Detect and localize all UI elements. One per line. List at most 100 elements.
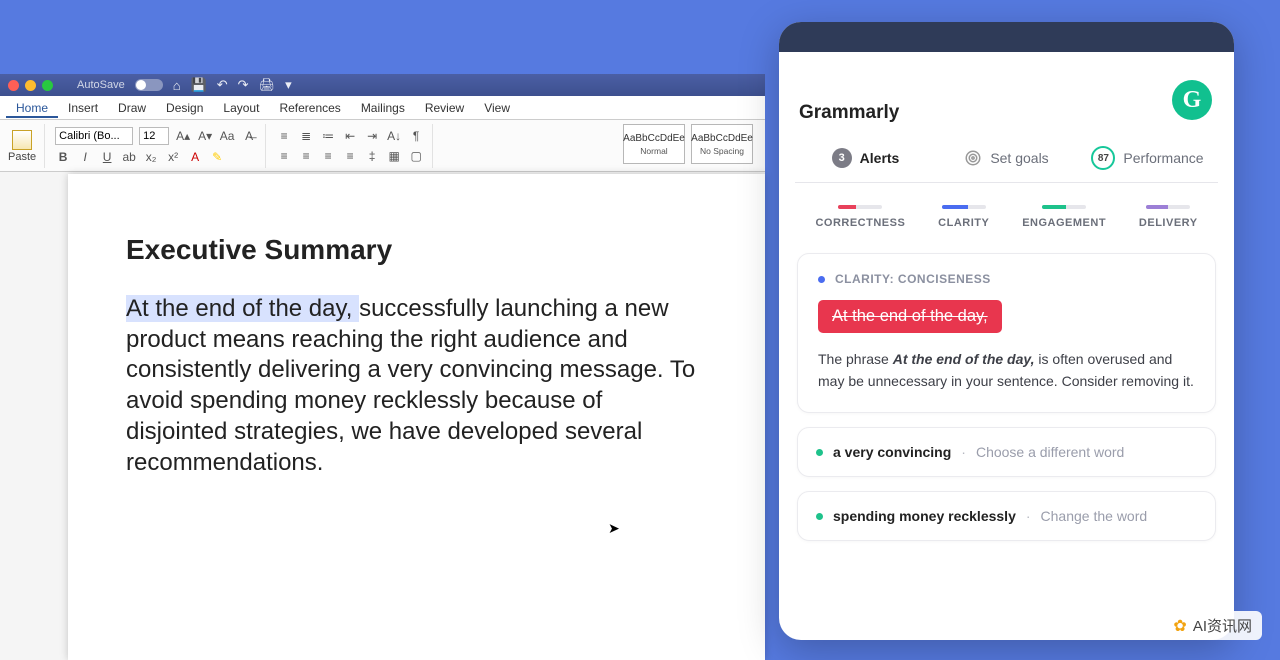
pilcrow-icon[interactable]: ¶ (408, 128, 424, 144)
highlighted-text: At the end of the day, (126, 295, 359, 322)
cat-delivery[interactable]: DELIVERY (1139, 205, 1198, 229)
justify-icon[interactable]: ≡ (342, 148, 358, 164)
more-icon[interactable]: ▾ (285, 77, 292, 93)
document-page[interactable]: Executive Summary At the end of the day,… (68, 174, 765, 660)
ribbon-font: A▴ A▾ Aa A̶ B I U ab x₂ x² A ✎ (55, 124, 266, 168)
tab-alerts[interactable]: 3 Alerts (795, 138, 936, 182)
menu-mailings[interactable]: Mailings (351, 98, 415, 118)
align-center-icon[interactable]: ≡ (298, 148, 314, 164)
issue-tag-text: CLARITY: CONCISENESS (835, 272, 991, 286)
cat-clarity[interactable]: CLARITY (938, 205, 989, 229)
tab-set-goals[interactable]: Set goals (936, 138, 1077, 182)
issue-card-expanded[interactable]: CLARITY: CONCISENESS At the end of the d… (797, 253, 1216, 413)
issue-tag: CLARITY: CONCISENESS (818, 272, 1195, 286)
close-icon[interactable] (8, 80, 19, 91)
issue-phrase: spending money recklessly (833, 508, 1016, 524)
style-name: No Spacing (700, 146, 744, 156)
font-size-select[interactable] (139, 127, 169, 145)
panel-header-strip (779, 22, 1234, 52)
issue-hint: Change the word (1041, 508, 1148, 524)
cat-engagement[interactable]: ENGAGEMENT (1022, 205, 1106, 229)
document-heading: Executive Summary (126, 234, 707, 266)
menu-view[interactable]: View (474, 98, 520, 118)
outdent-icon[interactable]: ⇤ (342, 128, 358, 144)
flower-icon: ✿ (1173, 616, 1186, 636)
tab-label: Alerts (860, 150, 900, 166)
minimize-icon[interactable] (25, 80, 36, 91)
cursor-icon: ➤ (608, 520, 620, 537)
watermark-badge: ✿ AI资讯网 (1163, 611, 1262, 640)
multilevel-icon[interactable]: ≔ (320, 128, 336, 144)
body-text: successfully launching a new product mea… (126, 295, 695, 476)
ribbon: Paste A▴ A▾ Aa A̶ B I U ab x₂ x² A ✎ (0, 120, 765, 172)
menu-draw[interactable]: Draw (108, 98, 156, 118)
borders-icon[interactable]: ▢ (408, 148, 424, 164)
font-name-select[interactable] (55, 127, 133, 145)
shading-icon[interactable]: ▦ (386, 148, 402, 164)
autosave-toggle[interactable] (135, 79, 163, 91)
document-body: At the end of the day, successfully laun… (126, 294, 707, 478)
autosave-label: AutoSave (77, 79, 125, 91)
panel-tabs: 3 Alerts Set goals 87 Performance (795, 138, 1218, 183)
style-normal[interactable]: AaBbCcDdEe Normal (623, 124, 685, 164)
grammarly-panel: G Grammarly 3 Alerts Set goals 87 Perfor… (779, 22, 1234, 640)
titlebar-tools: AutoSave ⌂ 💾 ↶ ↷ 🖨 ▾ (77, 77, 292, 93)
bold-button[interactable]: B (55, 149, 71, 165)
style-sample: AaBbCcDdEe (623, 133, 685, 144)
remove-phrase-chip[interactable]: At the end of the day, (818, 300, 1002, 333)
engagement-dot-icon (816, 513, 823, 520)
word-titlebar: AutoSave ⌂ 💾 ↶ ↷ 🖨 ▾ (0, 74, 765, 96)
issue-card[interactable]: spending money recklessly · Change the w… (797, 491, 1216, 541)
bullets-icon[interactable]: ≡ (276, 128, 292, 144)
style-name: Normal (640, 146, 667, 156)
word-window: AutoSave ⌂ 💾 ↶ ↷ 🖨 ▾ Home Insert Draw De… (0, 74, 765, 660)
category-bar: CORRECTNESS CLARITY ENGAGEMENT DELIVERY (795, 183, 1218, 239)
clear-format-icon[interactable]: A̶ (241, 128, 257, 144)
save-icon[interactable]: 💾 (191, 77, 207, 93)
italic-button[interactable]: I (77, 149, 93, 165)
paste-label: Paste (8, 151, 36, 163)
paste-button[interactable]: Paste (8, 130, 36, 163)
highlight-icon[interactable]: ✎ (209, 149, 225, 165)
superscript-button[interactable]: x² (165, 149, 181, 165)
issue-card[interactable]: a very convincing · Choose a different w… (797, 427, 1216, 477)
subscript-button[interactable]: x₂ (143, 149, 159, 165)
home-icon[interactable]: ⌂ (173, 78, 181, 93)
change-case-icon[interactable]: Aa (219, 128, 235, 144)
indent-icon[interactable]: ⇥ (364, 128, 380, 144)
strike-button[interactable]: ab (121, 149, 137, 165)
decrease-font-icon[interactable]: A▾ (197, 128, 213, 144)
undo-icon[interactable]: ↶ (217, 77, 228, 93)
zoom-icon[interactable] (42, 80, 53, 91)
line-spacing-icon[interactable]: ‡ (364, 148, 380, 164)
increase-font-icon[interactable]: A▴ (175, 128, 191, 144)
menu-insert[interactable]: Insert (58, 98, 108, 118)
numbering-icon[interactable]: ≣ (298, 128, 314, 144)
ribbon-styles: AaBbCcDdEe Normal AaBbCcDdEe No Spacing (623, 124, 753, 164)
font-color-icon[interactable]: A (187, 149, 203, 165)
grammarly-logo-icon[interactable]: G (1172, 80, 1212, 120)
word-menu-bar: Home Insert Draw Design Layout Reference… (0, 96, 765, 120)
underline-button[interactable]: U (99, 149, 115, 165)
issue-phrase: a very convincing (833, 444, 951, 460)
engagement-dot-icon (816, 449, 823, 456)
issue-explanation: The phrase At the end of the day, is oft… (818, 349, 1195, 392)
menu-home[interactable]: Home (6, 98, 58, 118)
menu-layout[interactable]: Layout (213, 98, 269, 118)
clarity-dot-icon (818, 276, 825, 283)
menu-review[interactable]: Review (415, 98, 474, 118)
redo-icon[interactable]: ↷ (238, 77, 249, 93)
panel-title: Grammarly (799, 102, 1218, 124)
menu-references[interactable]: References (269, 98, 350, 118)
align-right-icon[interactable]: ≡ (320, 148, 336, 164)
style-sample: AaBbCcDdEe (691, 133, 753, 144)
issue-hint: Choose a different word (976, 444, 1124, 460)
cat-correctness[interactable]: CORRECTNESS (815, 205, 905, 229)
sort-icon[interactable]: A↓ (386, 128, 402, 144)
style-no-spacing[interactable]: AaBbCcDdEe No Spacing (691, 124, 753, 164)
print-icon[interactable]: 🖨 (259, 77, 276, 93)
align-left-icon[interactable]: ≡ (276, 148, 292, 164)
watermark-text: AI资讯网 (1193, 615, 1252, 636)
tab-performance[interactable]: 87 Performance (1077, 138, 1218, 182)
menu-design[interactable]: Design (156, 98, 213, 118)
